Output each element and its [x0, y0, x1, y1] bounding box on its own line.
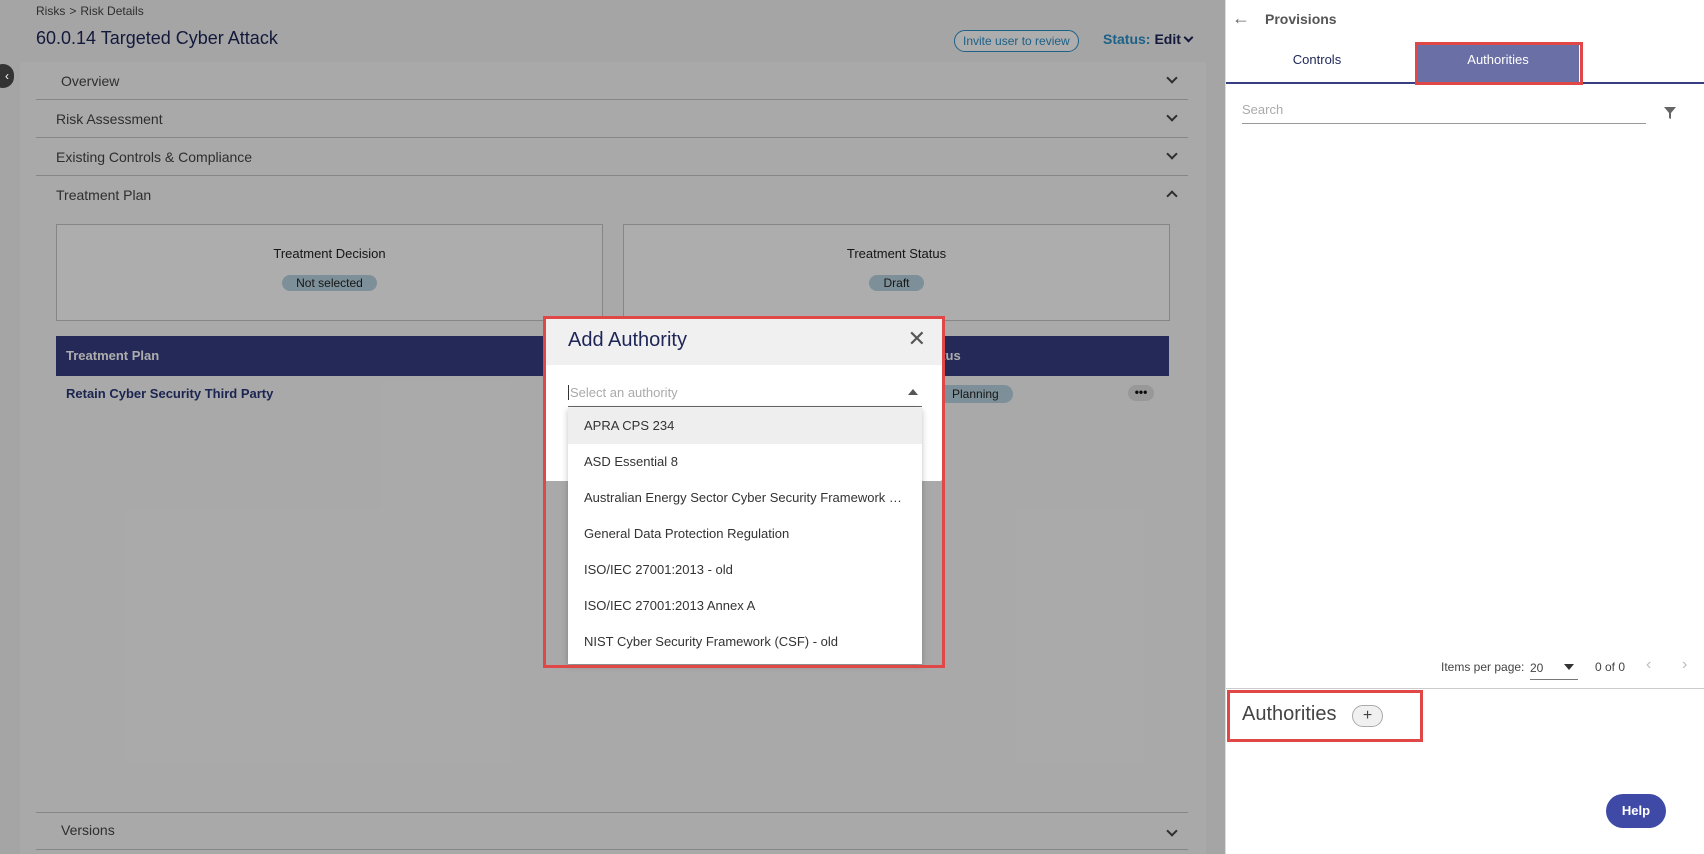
authority-option[interactable]: Australian Energy Sector Cyber Security … — [568, 480, 922, 516]
risk-details-page: Risks > Risk Details 60.0.14 Targeted Cybe… — [0, 0, 1225, 854]
caret-down-icon — [1564, 664, 1574, 670]
authority-option[interactable]: ISO/IEC 27001:2013 - old — [568, 552, 922, 588]
panel-divider — [1226, 688, 1704, 689]
tab-controls[interactable]: Controls — [1226, 44, 1408, 82]
filter-icon[interactable] — [1663, 106, 1677, 125]
authority-option[interactable]: NIST Cyber Security Framework (CSF) - ol… — [568, 624, 922, 660]
add-authority-button[interactable]: + — [1352, 705, 1383, 727]
dialog-title: Add Authority — [568, 329, 687, 351]
authority-option[interactable]: General Data Protection Regulation — [568, 516, 922, 552]
authority-option[interactable]: ASD Essential 8 — [568, 444, 922, 480]
items-per-page-label: Items per page: — [1441, 660, 1525, 674]
authority-option[interactable]: ISO/IEC 27001:2013 Annex A — [568, 588, 922, 624]
authorities-heading: Authorities — [1242, 703, 1337, 725]
prev-page-icon[interactable]: ‹ — [1646, 656, 1651, 674]
authority-option[interactable]: APRA CPS 234 — [568, 408, 922, 444]
caret-up-icon — [908, 389, 918, 395]
help-button[interactable]: Help — [1606, 794, 1666, 828]
search-input[interactable]: Search — [1242, 98, 1646, 124]
close-icon[interactable]: ✕ — [908, 328, 926, 350]
tab-underline — [1226, 82, 1704, 84]
dialog-header: Add Authority ✕ — [544, 317, 942, 365]
authority-options-list: APRA CPS 234 ASD Essential 8 Australian … — [568, 408, 922, 664]
items-per-page-select[interactable]: 20 — [1530, 656, 1578, 680]
authority-select[interactable]: Select an authority — [568, 381, 922, 407]
tab-authorities[interactable]: Authorities — [1417, 44, 1579, 82]
panel-title: Provisions — [1265, 11, 1337, 27]
provisions-panel: ← Provisions Controls Authorities Search… — [1225, 0, 1704, 854]
pagination-range: 0 of 0 — [1595, 660, 1626, 674]
items-per-page-value: 20 — [1530, 661, 1544, 675]
next-page-icon[interactable]: › — [1682, 656, 1687, 674]
authority-select-placeholder: Select an authority — [568, 385, 678, 400]
back-arrow-icon[interactable]: ← — [1232, 8, 1250, 29]
